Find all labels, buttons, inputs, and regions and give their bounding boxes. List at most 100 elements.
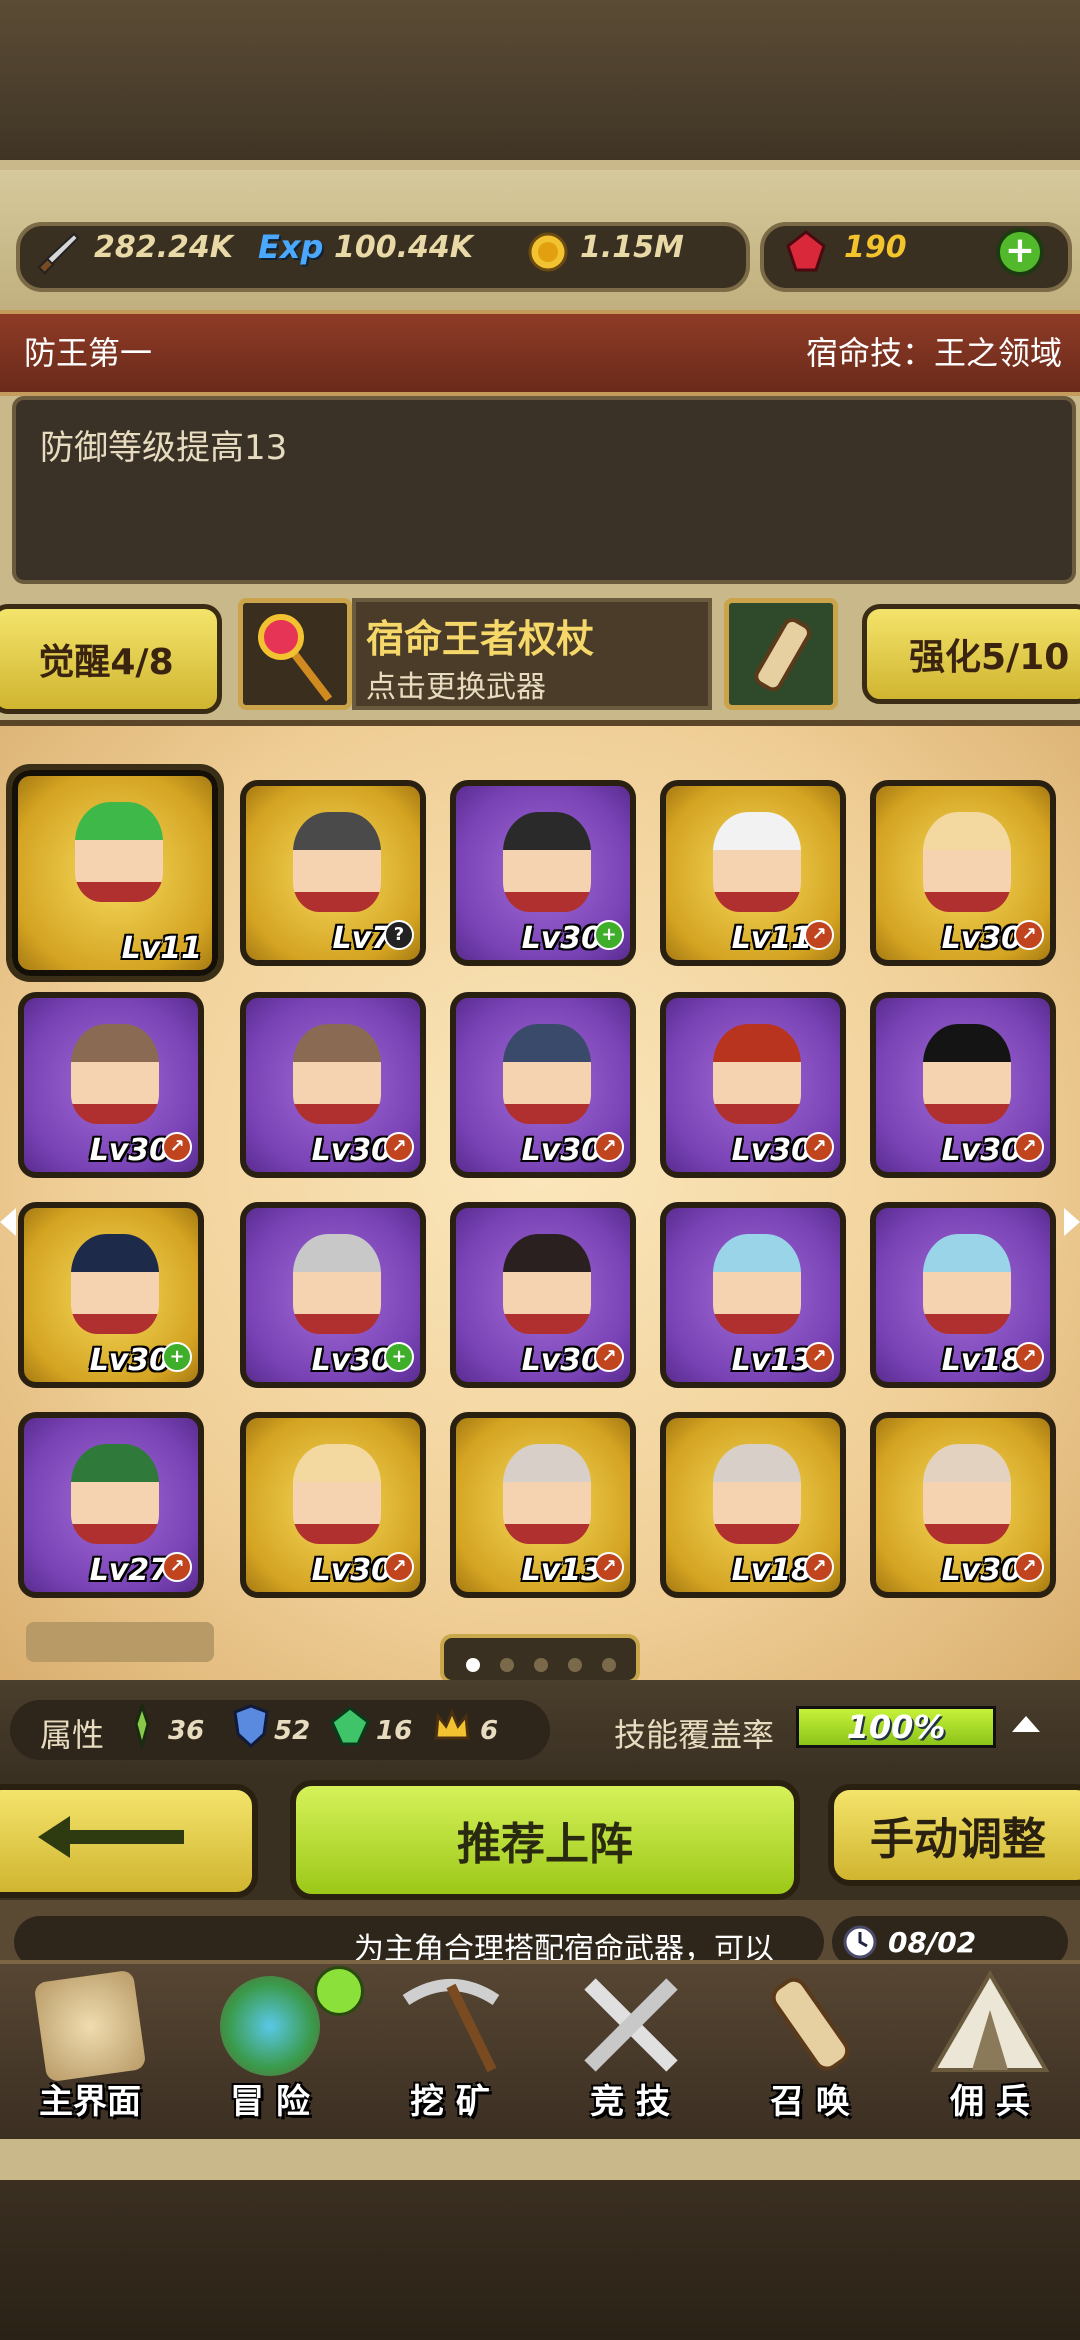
nav-main-label: 主界面 <box>39 2082 141 2122</box>
hero-portrait <box>713 1444 801 1544</box>
gold-value: 1.15M <box>580 230 684 265</box>
upgrade-badge-icon: ↗ <box>384 1552 414 1582</box>
nav-mercenary[interactable]: 佣 兵 <box>900 1966 1080 2136</box>
nav-main[interactable]: 主界面 <box>0 1966 180 2136</box>
hero-portrait <box>923 1444 1011 1544</box>
add-badge-icon: + <box>384 1342 414 1372</box>
resource-bar: 282.24K Exp 100.44K 1.15M 190 + <box>0 170 1080 320</box>
expand-up-icon[interactable] <box>1012 1716 1040 1732</box>
hero-card[interactable]: Lv13 ↗ <box>450 1412 636 1598</box>
crossed-swords-icon <box>584 1978 678 2072</box>
hero-level: Lv30 <box>521 1133 602 1168</box>
hero-level: Lv27 <box>89 1553 170 1588</box>
page-dot[interactable] <box>602 1658 616 1672</box>
bottom-map-background <box>0 2180 1080 2340</box>
scepter-icon <box>258 614 333 702</box>
weapon-hint: 点击更换武器 <box>366 670 546 705</box>
hero-card[interactable]: Lv30 ↗ <box>450 992 636 1178</box>
nav-adventure[interactable]: 冒 险 <box>180 1966 364 2136</box>
nav-mining-label: 挖 矿 <box>410 2082 490 2122</box>
upgrade-badge-icon: ↗ <box>804 1342 834 1372</box>
hero-portrait <box>503 812 591 912</box>
add-badge-icon: + <box>594 920 624 950</box>
hero-card[interactable]: Lv18 ↗ <box>870 1202 1056 1388</box>
upgrade-badge-icon: ↗ <box>804 920 834 950</box>
recommend-lineup-button[interactable]: 推荐上阵 <box>290 1780 800 1900</box>
hero-portrait <box>713 812 801 912</box>
hero-portrait <box>293 1234 381 1334</box>
gem-value: 190 <box>844 230 907 265</box>
hero-portrait <box>503 1444 591 1544</box>
hero-portrait <box>503 1024 591 1124</box>
hero-card[interactable]: Lv13 ↗ <box>660 1202 846 1388</box>
upgrade-badge-icon: ↗ <box>594 1342 624 1372</box>
hero-level: Lv7 <box>332 921 392 956</box>
page-dot[interactable] <box>534 1658 548 1672</box>
back-button[interactable] <box>0 1784 258 1898</box>
weapon-info[interactable]: 宿命王者权杖 点击更换武器 <box>352 598 712 710</box>
agility-icon <box>134 1704 150 1748</box>
hero-level: Lv30 <box>311 1133 392 1168</box>
clock-icon <box>843 1925 877 1959</box>
hero-level: Lv18 <box>941 1343 1022 1378</box>
hero-card[interactable]: Lv18 ↗ <box>660 1412 846 1598</box>
nav-mining[interactable]: 挖 矿 <box>360 1966 540 2136</box>
nav-mercenary-label: 佣 兵 <box>950 2082 1030 2122</box>
hero-card[interactable]: Lv30 ↗ <box>870 1412 1056 1598</box>
weapon-slot[interactable] <box>238 598 352 710</box>
hero-portrait <box>923 1234 1011 1334</box>
page-dot[interactable] <box>568 1658 582 1672</box>
hero-card[interactable]: Lv30 ↗ <box>660 992 846 1178</box>
nature-value: 16 <box>376 1716 413 1746</box>
hero-card[interactable]: Lv30 + <box>450 780 636 966</box>
upgrade-badge-icon: ↗ <box>1014 1132 1044 1162</box>
island-icon <box>220 1976 320 2076</box>
upgrade-badge-icon: ↗ <box>384 1132 414 1162</box>
hero-portrait <box>71 1024 159 1124</box>
ruby-gem-icon <box>786 230 826 272</box>
sword-icon <box>37 232 80 275</box>
hero-card[interactable]: Lv30 ↗ <box>240 1412 426 1598</box>
scroll-slot[interactable] <box>724 598 838 710</box>
skill-coverage-value: 100% <box>846 1708 946 1746</box>
hero-card[interactable]: Lv11 ↗ <box>660 780 846 966</box>
hero-portrait <box>503 1234 591 1334</box>
page-dot-active[interactable] <box>466 1658 480 1672</box>
defense-value: 52 <box>274 1716 311 1746</box>
nav-summon[interactable]: 召 唤 <box>720 1966 900 2136</box>
upgrade-badge-icon: ↗ <box>1014 1342 1044 1372</box>
hero-portrait <box>713 1024 801 1124</box>
hero-card[interactable]: Lv30 + <box>240 1202 426 1388</box>
skill-coverage-bar: 100% <box>796 1706 996 1748</box>
upgrade-badge-icon: ↗ <box>1014 1552 1044 1582</box>
hero-card[interactable]: Lv30 ↗ <box>450 1202 636 1388</box>
skill-coverage-label: 技能覆盖率 <box>614 1716 775 1754</box>
exp-icon: Exp <box>258 228 324 266</box>
upgrade-badge-icon: ↗ <box>162 1132 192 1162</box>
nav-arena[interactable]: 竞 技 <box>540 1966 720 2136</box>
awaken-button[interactable]: 觉醒4/8 <box>0 604 222 714</box>
hero-card[interactable]: Lv11 <box>12 770 218 976</box>
hero-portrait <box>71 1234 159 1334</box>
destiny-skill-name: 宿命技：王之领域 <box>805 334 1062 372</box>
enhance-button[interactable]: 强化5/10 <box>862 604 1080 704</box>
hero-card[interactable]: Lv30 ↗ <box>870 992 1056 1178</box>
notification-dot <box>314 1966 364 2016</box>
hero-card[interactable]: Lv7? <box>240 780 426 966</box>
hero-card[interactable]: Lv30 ↗ <box>870 780 1056 966</box>
hero-card[interactable]: Lv30 + <box>18 1202 204 1388</box>
upgrade-badge-icon: ↗ <box>162 1552 192 1582</box>
hero-card[interactable]: Lv27 ↗ <box>18 1412 204 1598</box>
manual-adjust-button[interactable]: 手动调整 <box>828 1784 1080 1886</box>
page-dot[interactable] <box>500 1658 514 1672</box>
hero-card[interactable]: Lv30 ↗ <box>18 992 204 1178</box>
destiny-description: 防御等级提高13 <box>40 428 288 468</box>
add-gems-button[interactable]: + <box>996 228 1044 276</box>
hero-level: Lv30 <box>89 1343 170 1378</box>
prev-page-arrow-icon[interactable] <box>0 1208 16 1236</box>
hero-card[interactable]: Lv30 ↗ <box>240 992 426 1178</box>
hero-level: Lv11 <box>121 931 202 966</box>
hero-level: Lv30 <box>731 1133 812 1168</box>
next-page-arrow-icon[interactable] <box>1064 1208 1080 1236</box>
upgrade-badge-icon: ↗ <box>594 1132 624 1162</box>
